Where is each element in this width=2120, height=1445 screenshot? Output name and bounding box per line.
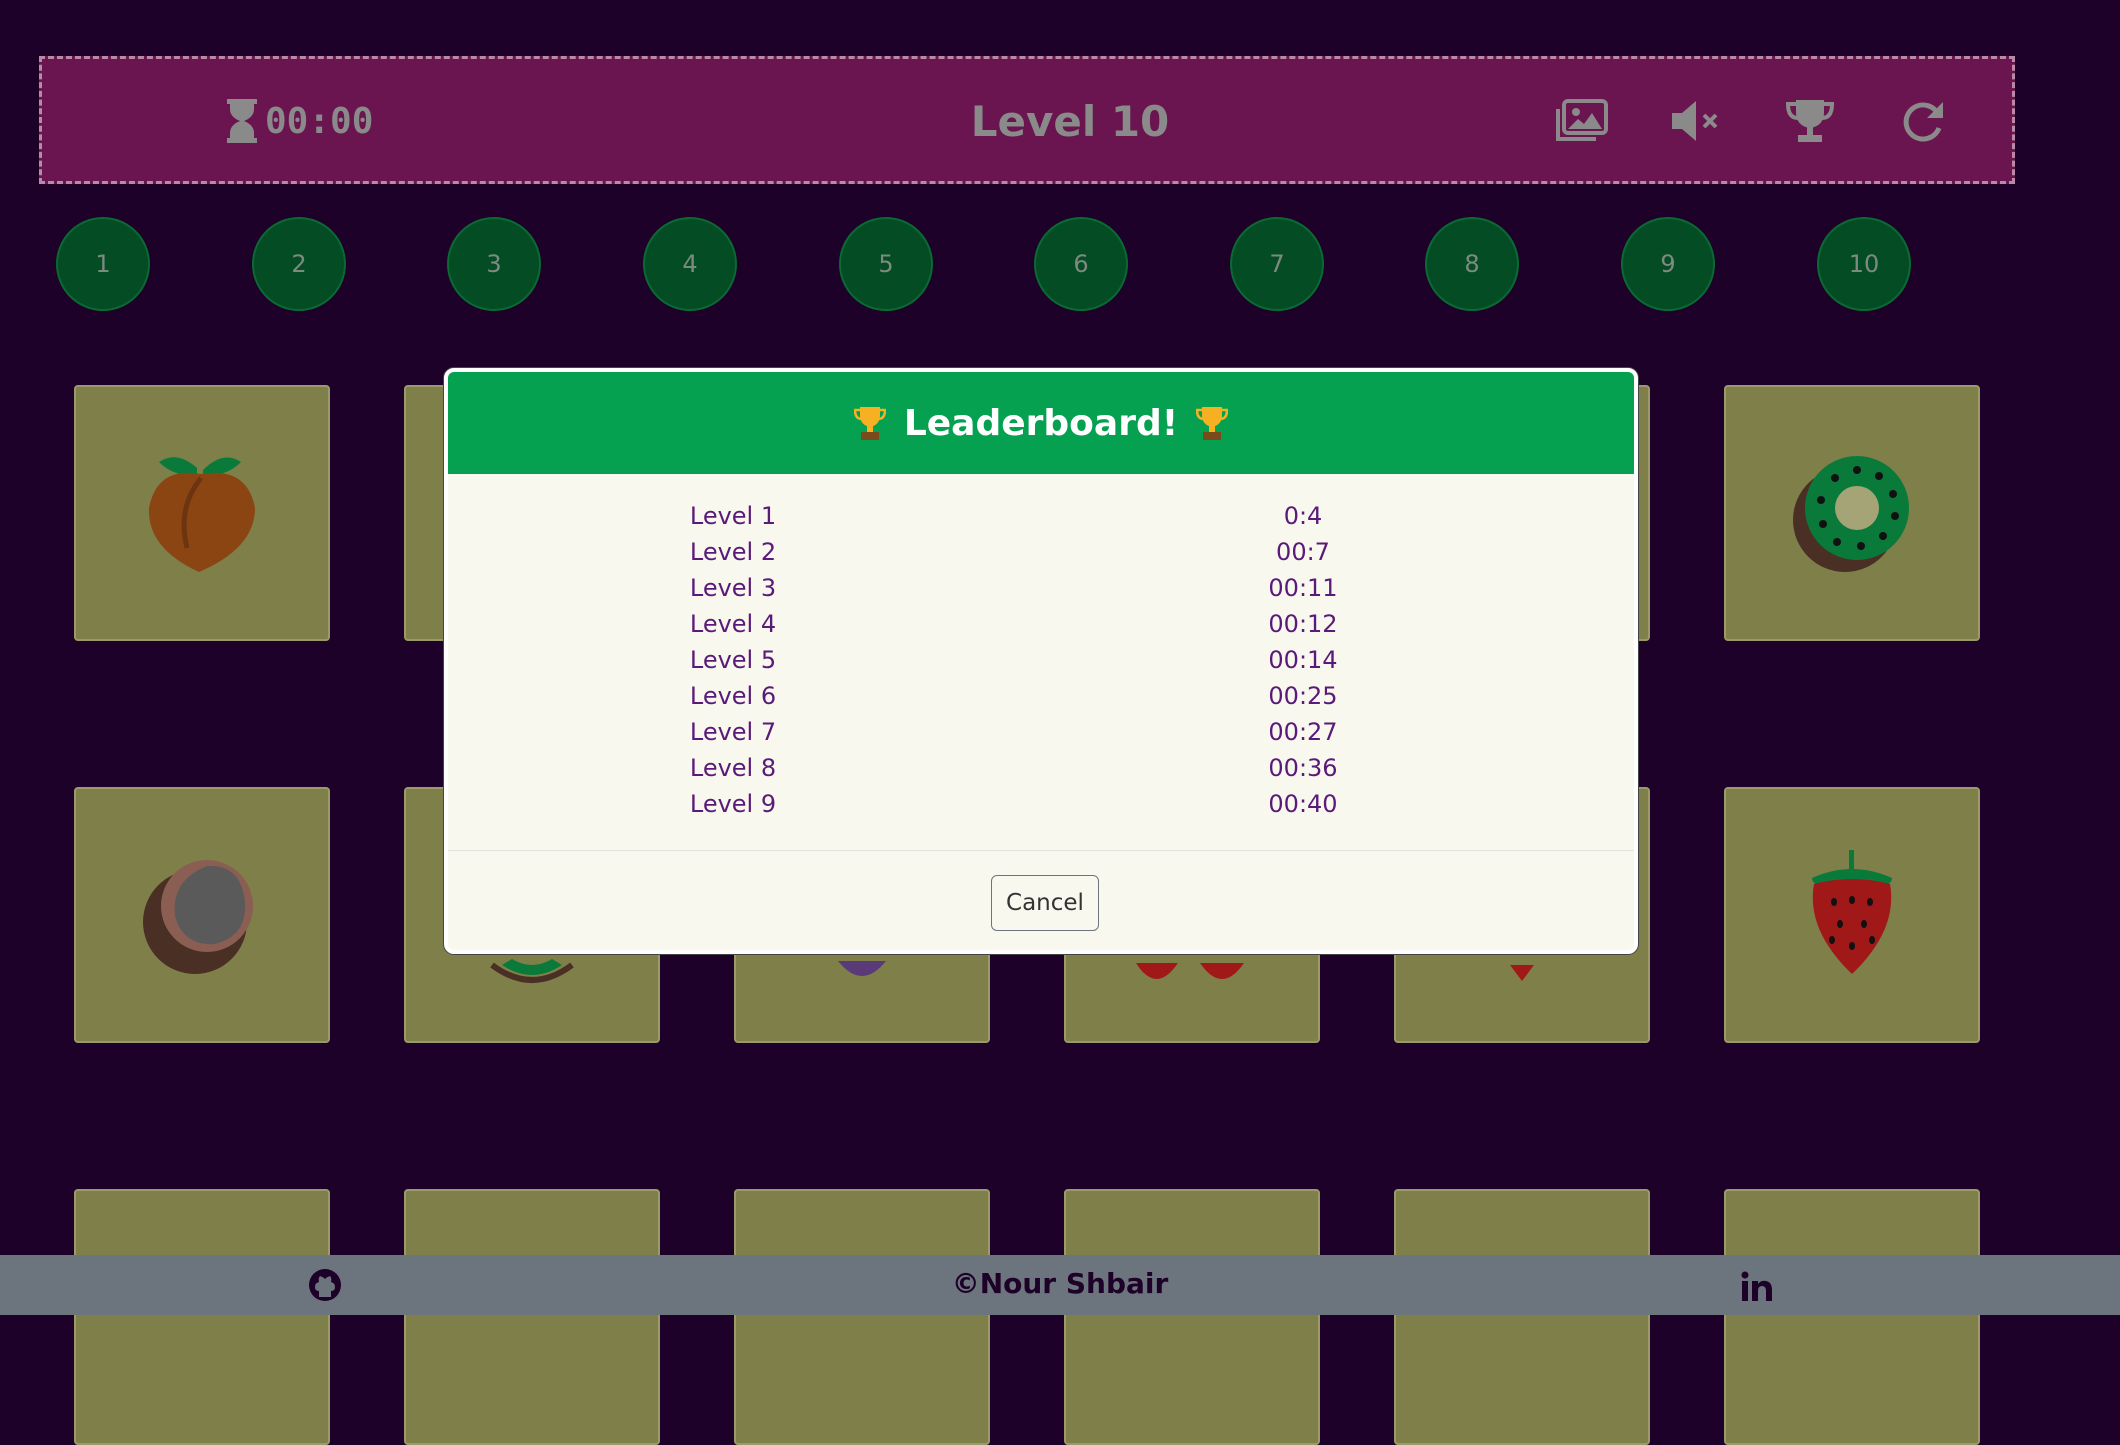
- kiwi-icon: [1793, 456, 1909, 572]
- leaderboard-table: Level 1 0:4 Level 2 00:7 Level 3 00:11 L…: [448, 498, 1634, 822]
- card-hidden[interactable]: [734, 1189, 990, 1445]
- modal-title: Leaderboard!: [903, 402, 1179, 444]
- row-time: 00:7: [1276, 538, 1330, 566]
- leaderboard-row: Level 9 00:40: [448, 786, 1634, 822]
- trophy-icon[interactable]: [1780, 95, 1840, 147]
- strawberry-icon: [1812, 850, 1892, 974]
- card-hidden[interactable]: [74, 1189, 330, 1445]
- level-button-7[interactable]: 7: [1230, 217, 1324, 311]
- leaderboard-row: Level 1 0:4: [448, 498, 1634, 534]
- card-hidden[interactable]: [1064, 1189, 1320, 1445]
- trophy-icon: [1196, 407, 1229, 440]
- leaderboard-row: Level 6 00:25: [448, 678, 1634, 714]
- level-button-4[interactable]: 4: [643, 217, 737, 311]
- row-level: Level 5: [689, 646, 777, 674]
- level-button-6[interactable]: 6: [1034, 217, 1128, 311]
- footer: ©Nour Shbair: [0, 1255, 2120, 1315]
- level-button-10[interactable]: 10: [1817, 217, 1911, 311]
- leaderboard-row: Level 8 00:36: [448, 750, 1634, 786]
- row-time: 0:4: [1283, 502, 1323, 530]
- leaderboard-modal: Leaderboard! Level 1 0:4 Level 2 00:7 Le…: [444, 368, 1638, 954]
- modal-header: Leaderboard!: [448, 372, 1634, 474]
- card-hidden[interactable]: [1724, 1189, 1980, 1445]
- level-button-1[interactable]: 1: [56, 217, 150, 311]
- restart-icon[interactable]: [1894, 95, 1954, 147]
- card-peach[interactable]: [74, 385, 330, 641]
- card-strawberry[interactable]: [1724, 787, 1980, 1043]
- card-kiwi[interactable]: [1724, 385, 1980, 641]
- level-button-9[interactable]: 9: [1621, 217, 1715, 311]
- row-time: 00:36: [1268, 754, 1338, 782]
- leaderboard-row: Level 3 00:11: [448, 570, 1634, 606]
- card-hidden[interactable]: [1394, 1189, 1650, 1445]
- level-button-8[interactable]: 8: [1425, 217, 1519, 311]
- row-level: Level 7: [689, 718, 777, 746]
- modal-footer: Cancel: [448, 850, 1634, 950]
- image-icon[interactable]: [1552, 95, 1612, 147]
- leaderboard-row: Level 2 00:7: [448, 534, 1634, 570]
- row-level: Level 3: [689, 574, 777, 602]
- level-button-5[interactable]: 5: [839, 217, 933, 311]
- peach-icon: [148, 457, 255, 572]
- row-level: Level 8: [689, 754, 777, 782]
- row-level: Level 1: [689, 502, 777, 530]
- trophy-icon: [853, 407, 886, 440]
- mute-icon[interactable]: [1666, 95, 1726, 147]
- row-level: Level 4: [689, 610, 777, 638]
- card-hidden[interactable]: [404, 1189, 660, 1445]
- copyright-credit: ©Nour Shbair: [951, 1267, 1169, 1300]
- card-coconut[interactable]: [74, 787, 330, 1043]
- row-time: 00:12: [1268, 610, 1338, 638]
- level-button-3[interactable]: 3: [447, 217, 541, 311]
- cancel-button[interactable]: Cancel: [991, 875, 1099, 931]
- row-level: Level 2: [689, 538, 777, 566]
- game-header: 00:00 Level 10: [39, 56, 2015, 184]
- level-button-2[interactable]: 2: [252, 217, 346, 311]
- row-time: 00:40: [1268, 790, 1338, 818]
- row-time: 00:11: [1268, 574, 1338, 602]
- leaderboard-row: Level 4 00:12: [448, 606, 1634, 642]
- leaderboard-row: Level 5 00:14: [448, 642, 1634, 678]
- row-time: 00:25: [1268, 682, 1338, 710]
- leaderboard-row: Level 7 00:27: [448, 714, 1634, 750]
- row-time: 00:27: [1268, 718, 1338, 746]
- row-level: Level 9: [689, 790, 777, 818]
- row-time: 00:14: [1268, 646, 1338, 674]
- linkedin-icon[interactable]: [1740, 1271, 1774, 1303]
- row-level: Level 6: [689, 682, 777, 710]
- coconut-icon: [143, 860, 253, 974]
